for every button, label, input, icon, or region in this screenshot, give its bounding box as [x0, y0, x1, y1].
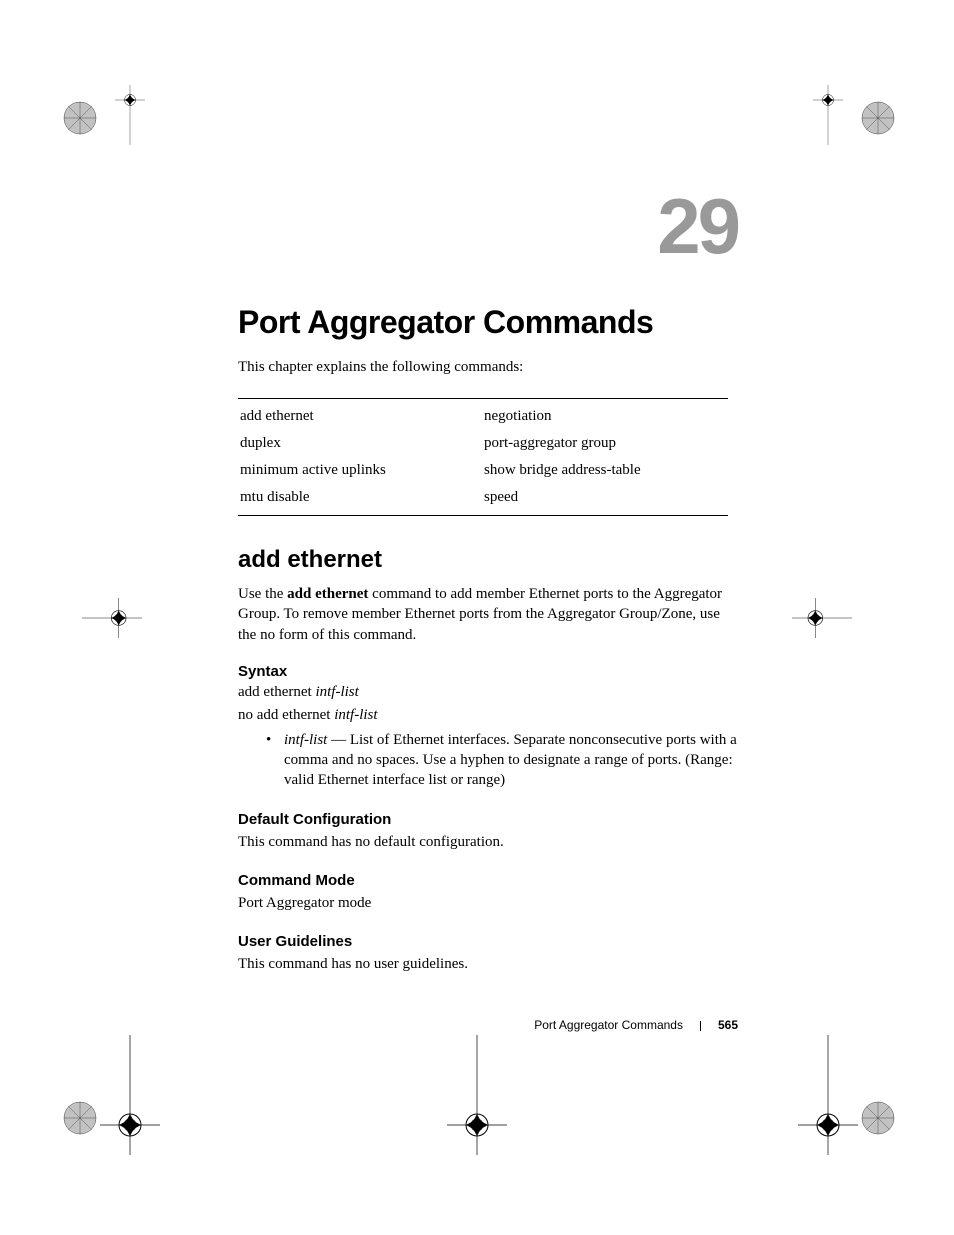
footer-page-number: 565	[718, 1018, 738, 1032]
registration-mark-icon	[447, 1035, 507, 1155]
syntax-label: Syntax	[238, 663, 738, 680]
registration-mark-icon	[798, 85, 858, 145]
table-cell: add ethernet	[240, 401, 482, 429]
ornament-icon	[860, 100, 896, 136]
registration-mark-icon	[100, 1035, 160, 1155]
table-cell: negotiation	[484, 401, 726, 429]
user-guidelines-label: User Guidelines	[238, 933, 738, 950]
table-row: duplex port-aggregator group	[240, 431, 726, 456]
syntax-line: add ethernet intf-list	[238, 684, 738, 701]
command-index-table: add ethernet negotiation duplex port-agg…	[238, 398, 728, 516]
bullet-list: intf-list — List of Ethernet interfaces.…	[266, 730, 738, 791]
chapter-intro: This chapter explains the following comm…	[238, 359, 738, 376]
user-guidelines-text: This command has no user guidelines.	[238, 954, 738, 974]
table-row: minimum active uplinks show bridge addre…	[240, 458, 726, 483]
command-mode-block: Command Mode Port Aggregator mode	[238, 872, 738, 913]
page-footer: Port Aggregator Commands 565	[238, 1018, 738, 1033]
footer-title: Port Aggregator Commands	[534, 1018, 683, 1032]
table-cell: show bridge address-table	[484, 458, 726, 483]
table-cell: minimum active uplinks	[240, 458, 482, 483]
default-config-text: This command has no default configuratio…	[238, 832, 738, 852]
table-cell: duplex	[240, 431, 482, 456]
table-row: add ethernet negotiation	[240, 401, 726, 429]
command-mode-label: Command Mode	[238, 872, 738, 889]
table-cell: mtu disable	[240, 485, 482, 513]
chapter-title: Port Aggregator Commands	[238, 304, 738, 341]
default-config-block: Default Configuration This command has n…	[238, 811, 738, 852]
table-cell: speed	[484, 485, 726, 513]
footer-separator	[700, 1021, 701, 1031]
table-cell: port-aggregator group	[484, 431, 726, 456]
section-heading: add ethernet	[238, 546, 738, 574]
registration-mark-icon	[82, 588, 142, 648]
ornament-icon	[860, 1100, 896, 1136]
command-mode-text: Port Aggregator mode	[238, 893, 738, 913]
ornament-icon	[62, 1100, 98, 1136]
user-guidelines-block: User Guidelines This command has no user…	[238, 933, 738, 974]
syntax-line: no add ethernet intf-list	[238, 707, 738, 724]
section-description: Use the add ethernet command to add memb…	[238, 584, 738, 645]
chapter-number: 29	[238, 181, 738, 272]
syntax-block: Syntax add ethernet intf-list no add eth…	[238, 663, 738, 791]
registration-mark-icon	[792, 588, 852, 648]
page-content: 29 Port Aggregator Commands This chapter…	[238, 181, 738, 994]
bullet-item: intf-list — List of Ethernet interfaces.…	[266, 730, 738, 791]
default-config-label: Default Configuration	[238, 811, 738, 828]
table-row: mtu disable speed	[240, 485, 726, 513]
registration-mark-icon	[798, 1035, 858, 1155]
registration-mark-icon	[100, 85, 160, 145]
ornament-icon	[62, 100, 98, 136]
